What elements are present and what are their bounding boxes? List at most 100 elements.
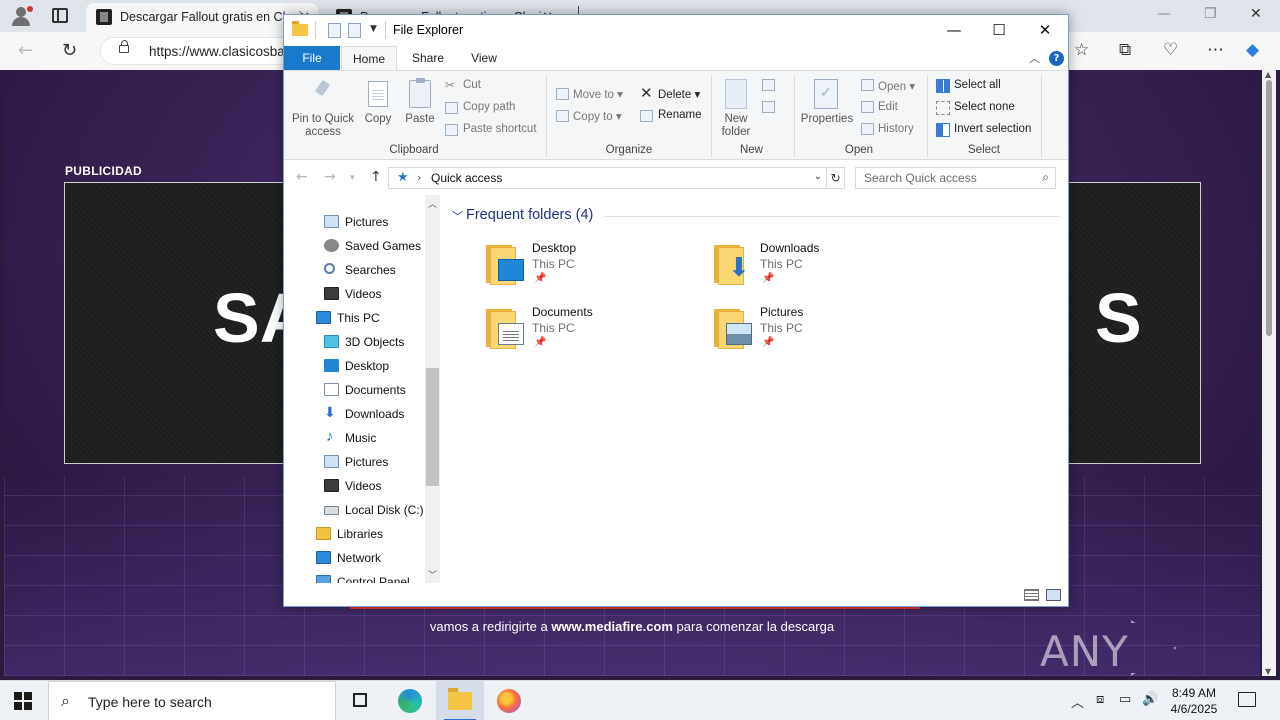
organize-group-label: Organize [605, 144, 653, 156]
page-scrollbar-thumb[interactable] [1266, 80, 1272, 336]
minimize-ribbon-chevron-icon[interactable]: ︿ [1029, 50, 1040, 66]
paste-button[interactable]: Paste [402, 113, 438, 126]
select-all-button[interactable]: Select all [954, 79, 1001, 91]
folder-tile-pictures[interactable]: Pictures This PC 📌 [714, 303, 914, 363]
copy-to-button[interactable]: Copy to ▾ [573, 109, 622, 123]
explorer-maximize-button[interactable]: ☐ [984, 19, 1014, 41]
taskbar-search-box[interactable]: ⌕ Type here to search [48, 681, 336, 720]
folder-location: This PC [760, 321, 803, 335]
help-icon[interactable]: ? [1049, 51, 1064, 66]
path-history-dropdown-icon[interactable]: ⌄ [814, 171, 822, 182]
collapse-section-chevron-icon[interactable]: ﹀ [452, 208, 463, 224]
pinned-icon: 📌 [762, 273, 775, 284]
volume-icon[interactable]: 🔊 [1142, 692, 1158, 707]
scroll-up-icon[interactable]: ︿ [428, 197, 437, 210]
search-icon: ⌕ [1042, 170, 1049, 184]
refresh-icon[interactable]: ↻ [62, 40, 77, 61]
recent-locations-chevron-icon[interactable]: ▾ [350, 173, 355, 183]
forward-arrow-icon[interactable]: → [324, 169, 336, 185]
tab-file[interactable]: File [284, 46, 340, 70]
browser-restore-button[interactable]: ❐ [1204, 6, 1217, 22]
copilot-icon[interactable]: ◆ [1246, 40, 1259, 60]
downloads-folder-icon [714, 241, 750, 285]
notifications-icon[interactable] [1238, 692, 1256, 707]
browser-close-button[interactable]: ✕ [1250, 6, 1262, 22]
profile-avatar-icon[interactable] [8, 4, 34, 28]
show-hidden-icons-chevron-icon[interactable]: ︿ [1071, 692, 1084, 711]
easy-access-icon[interactable] [762, 101, 775, 113]
scroll-down-icon[interactable]: ﹀ [428, 568, 437, 581]
path-chevron-icon[interactable]: › [417, 171, 421, 184]
music-icon [324, 428, 339, 445]
meet-now-icon[interactable]: ⧈ [1096, 692, 1104, 707]
paste-shortcut-button[interactable]: Paste shortcut [463, 123, 537, 135]
taskbar-edge-button[interactable] [386, 681, 434, 720]
task-view-button[interactable] [336, 681, 384, 720]
firefox-icon [497, 689, 521, 713]
quick-access-properties-icon[interactable] [328, 23, 341, 38]
tab-share[interactable]: Share [405, 46, 451, 70]
network-icon [316, 551, 331, 564]
select-none-button[interactable]: Select none [954, 101, 1015, 113]
open-button[interactable]: Open ▾ [878, 79, 915, 93]
this-pc-icon [316, 311, 331, 324]
file-explorer-window: ▼ File Explorer — ☐ ✕ File Home Share Vi… [283, 14, 1069, 607]
pinned-icon: 📌 [534, 337, 547, 348]
pin-to-quick-access-button[interactable]: Pin to Quick access [288, 113, 358, 139]
taskbar-file-explorer-button[interactable] [436, 681, 484, 720]
mediafire-link[interactable]: www.mediafire.com [551, 619, 673, 634]
delete-button[interactable]: Delete ▾ [658, 87, 700, 101]
new-folder-button[interactable]: New folder [716, 113, 756, 139]
large-icons-view-icon[interactable] [1046, 589, 1061, 601]
explorer-titlebar: ▼ File Explorer — ☐ ✕ [284, 15, 1068, 46]
refresh-button[interactable]: ↻ [827, 167, 845, 189]
navigation-pane-scrollbar[interactable]: ︿ ﹀ [425, 195, 440, 583]
saved-games-icon [324, 239, 339, 252]
back-arrow-icon[interactable]: ← [296, 169, 308, 185]
edit-button[interactable]: Edit [878, 101, 898, 113]
frequent-folders-header[interactable]: Frequent folders (4) [466, 207, 593, 223]
folder-name: Downloads [760, 241, 820, 255]
browser-essentials-icon[interactable]: ♡ [1163, 40, 1178, 60]
folder-tile-downloads[interactable]: Downloads This PC 📌 [714, 239, 914, 299]
favorites-star-icon[interactable]: ☆ [1074, 40, 1089, 60]
rename-button[interactable]: Rename [658, 109, 701, 121]
more-menu-icon[interactable]: ⋯ [1207, 40, 1224, 60]
tab-view[interactable]: View [462, 46, 506, 70]
back-arrow-icon[interactable]: ← [18, 40, 33, 61]
invert-selection-button[interactable]: Invert selection [954, 123, 1031, 135]
navigation-pane-scrollbar-thumb[interactable] [426, 368, 439, 486]
windows-start-icon[interactable] [14, 692, 32, 710]
page-scrollbar[interactable]: ▲ ▼ [1262, 70, 1276, 676]
pictures-icon [324, 215, 339, 228]
tab-home[interactable]: Home [341, 46, 397, 70]
customize-quick-access-dropdown-icon[interactable]: ▼ [370, 24, 377, 34]
search-quick-access-input[interactable]: Search Quick access ⌕ [855, 167, 1056, 189]
details-view-icon[interactable] [1024, 589, 1039, 601]
move-to-button[interactable]: Move to ▾ [573, 87, 623, 101]
folder-tile-desktop[interactable]: Desktop This PC 📌 [486, 239, 686, 299]
properties-button[interactable]: Properties [798, 113, 856, 126]
explorer-minimize-button[interactable]: — [939, 19, 969, 41]
quick-access-new-folder-icon[interactable] [348, 23, 361, 38]
network-tray-icon[interactable]: ▭ [1119, 692, 1131, 707]
browser-minimize-button[interactable]: — [1157, 6, 1171, 22]
cut-button[interactable]: Cut [463, 79, 481, 91]
folder-tile-documents[interactable]: Documents This PC 📌 [486, 303, 686, 363]
history-button[interactable]: History [878, 123, 914, 135]
select-all-icon [936, 79, 950, 93]
breadcrumb-quick-access[interactable]: Quick access [431, 171, 502, 185]
tab-actions-icon[interactable] [52, 8, 68, 23]
tab-title: Descargar Fallout gratis en Clasi [120, 10, 302, 24]
explorer-close-button[interactable]: ✕ [1030, 19, 1060, 41]
new-item-icon[interactable] [762, 79, 775, 91]
system-clock[interactable]: 8:49 AM 4/6/2025 [1168, 685, 1220, 717]
taskbar-firefox-button[interactable] [485, 681, 533, 720]
pin-icon [312, 79, 332, 105]
up-arrow-icon[interactable]: ↑ [370, 169, 382, 185]
copy-button[interactable]: Copy [360, 113, 396, 126]
copy-path-button[interactable]: Copy path [463, 101, 515, 113]
address-path-field[interactable]: ★ › Quick access ⌄ [388, 167, 827, 189]
collections-icon[interactable]: ⧉ [1119, 40, 1131, 60]
desktop-folder-icon [486, 241, 524, 285]
